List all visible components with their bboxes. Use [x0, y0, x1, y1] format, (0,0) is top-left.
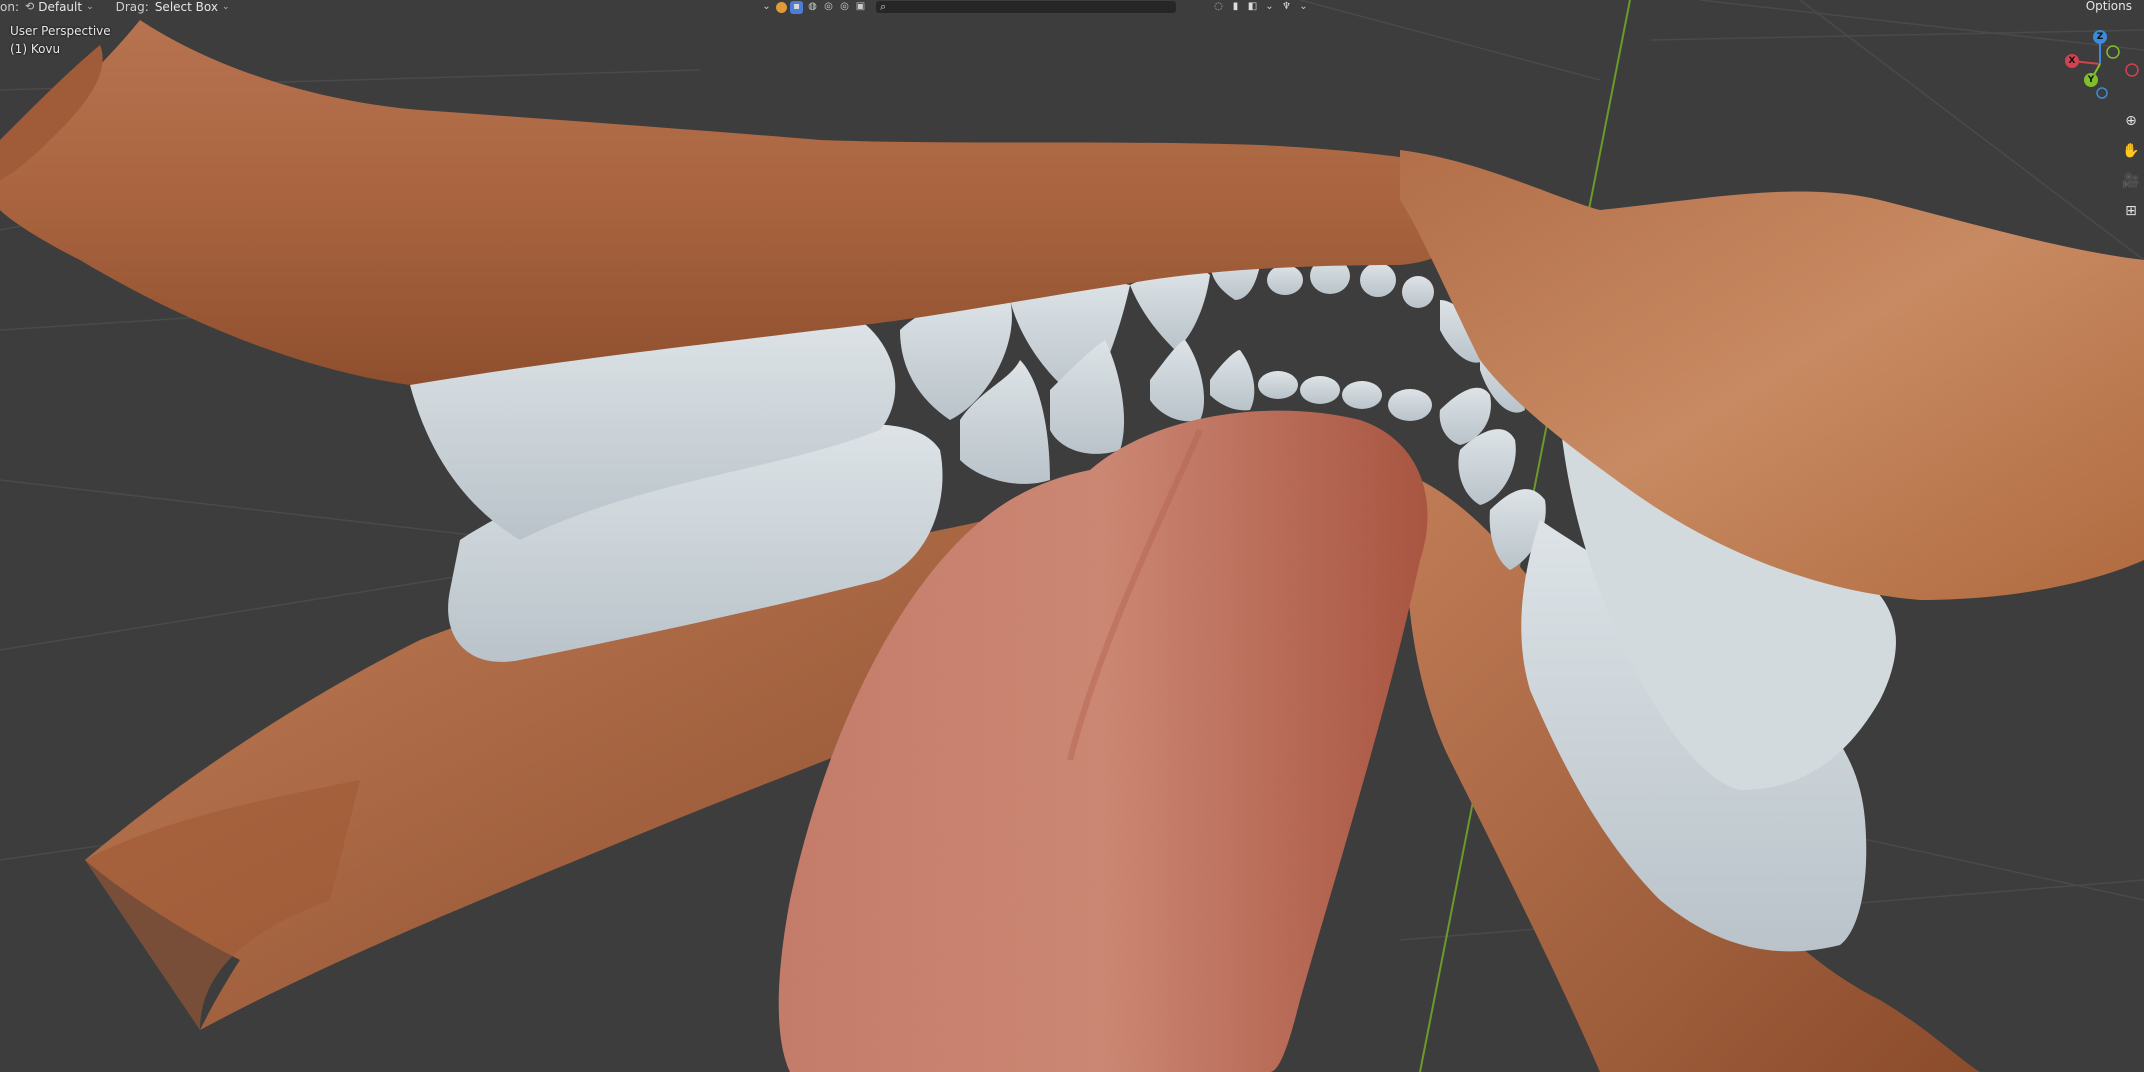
visibility-icon[interactable]: [776, 1, 787, 13]
gizmo-z[interactable]: Z: [2093, 30, 2107, 44]
selectability-icon[interactable]: ▪: [790, 0, 803, 14]
viewport-shading-icon[interactable]: ▣: [854, 1, 867, 14]
gizmo-icon[interactable]: ◧: [1246, 1, 1259, 14]
pan-hand-icon[interactable]: ✋: [2122, 142, 2140, 160]
chevron-down-icon[interactable]: ⌄: [1297, 1, 1310, 14]
transform-orientation-icon: ⟲: [25, 0, 35, 13]
drag-dropdown[interactable]: Select Box ⌄: [155, 1, 230, 13]
viewport-shading-icon[interactable]: ◎: [822, 1, 835, 14]
gizmo-x[interactable]: X: [2065, 54, 2079, 68]
camera-icon[interactable]: 🎥: [2122, 172, 2140, 190]
orientation-dropdown[interactable]: ⟲ Default ⌄: [25, 0, 94, 14]
viewport-scene[interactable]: [0, 0, 2144, 1072]
navigation-gizmo[interactable]: Z X Y: [2058, 28, 2140, 100]
chevron-down-icon: ⌄: [86, 2, 94, 12]
viewport-shading-icon[interactable]: ◍: [806, 1, 819, 14]
bookmark-icon[interactable]: ▮: [1229, 1, 1242, 14]
view-name: User Perspective: [10, 24, 111, 38]
drag-value: Select Box: [154, 0, 218, 14]
drag-label: Drag:: [115, 0, 149, 14]
overlay-toggles: ◌ ▮ ◧ ⌄ ♆ ⌄: [1212, 0, 1310, 14]
gizmo-y[interactable]: Y: [2084, 73, 2098, 87]
options-button[interactable]: Options: [2086, 0, 2132, 12]
active-object-name: (1) Kovu: [10, 42, 61, 56]
search-input[interactable]: ⌕: [876, 1, 1176, 13]
chevron-down-icon[interactable]: ⌄: [1263, 1, 1276, 14]
header-left: on: ⟲ Default ⌄ Drag: Select Box ⌄: [0, 0, 230, 14]
search-icon: ⌕: [880, 0, 887, 13]
3d-viewport[interactable]: on: ⟲ Default ⌄ Drag: Select Box ⌄ ⌄ ▪ ◍…: [0, 0, 2144, 1072]
outliner-filter-bar: ⌄ ▪ ◍ ◎ ◎ ▣ ⌕: [760, 0, 1176, 14]
light-icon[interactable]: ♆: [1280, 1, 1293, 14]
viewport-shading-icon[interactable]: ◎: [838, 1, 851, 14]
orientation-value: Default: [38, 0, 83, 14]
orthographic-grid-icon[interactable]: ⊞: [2122, 202, 2140, 220]
overlay-icon[interactable]: ◌: [1212, 1, 1225, 14]
zoom-icon[interactable]: ⊕: [2122, 112, 2140, 130]
orientation-label: on:: [0, 0, 19, 14]
chevron-down-icon[interactable]: ⌄: [760, 1, 773, 14]
chevron-down-icon: ⌄: [221, 2, 230, 12]
